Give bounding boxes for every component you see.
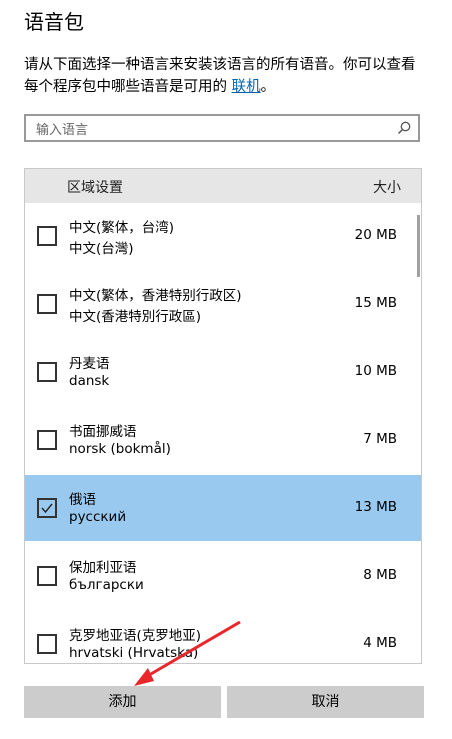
list-item[interactable]: 书面挪威语 norsk (bokmål) 7 MB — [25, 407, 421, 473]
online-link[interactable]: 联机 — [232, 79, 261, 95]
language-size: 20 MB — [354, 227, 397, 243]
language-size: 13 MB — [354, 499, 397, 515]
list-item[interactable]: 中文(繁体，台湾) 中文(台灣) 20 MB — [25, 203, 421, 269]
column-header-region[interactable]: 区域设置 — [67, 177, 123, 197]
language-native-name: dansk — [69, 373, 110, 389]
cancel-button[interactable]: 取消 — [227, 686, 424, 718]
list-item[interactable]: 丹麦语 dansk 10 MB — [25, 339, 421, 405]
add-button[interactable]: 添加 — [24, 686, 221, 718]
language-name: 中文(繁体，香港特别行政区) — [69, 288, 242, 304]
list-item[interactable]: 保加利亚语 български 8 MB — [25, 543, 421, 609]
language-size: 10 MB — [354, 363, 397, 379]
list-item[interactable]: 克罗地亚语(克罗地亚) hrvatski (Hrvatska) 4 MB — [25, 611, 421, 663]
language-list[interactable]: 区域设置 大小 中文(繁体，台湾) 中文(台灣) 20 MB 中文(繁体，香港特… — [24, 168, 422, 664]
language-size: 15 MB — [354, 295, 397, 311]
checkbox[interactable] — [37, 430, 57, 450]
checkbox[interactable] — [37, 226, 57, 246]
description: 请从下面选择一种语言来安装该语言的所有语音。你可以查看每个程序包中哪些语音是可用… — [24, 54, 424, 98]
checkbox[interactable] — [37, 566, 57, 586]
language-name: 丹麦语 — [69, 356, 110, 372]
language-native-name: русский — [69, 509, 127, 525]
language-native-name: български — [69, 577, 144, 593]
scrollbar-thumb[interactable] — [417, 215, 420, 277]
language-name: 克罗地亚语(克罗地亚) — [69, 628, 202, 644]
language-name: 中文(繁体，台湾) — [69, 220, 175, 236]
list-header: 区域设置 大小 — [25, 169, 421, 203]
dialog-title: 语音包 — [24, 10, 84, 34]
checkbox[interactable] — [37, 634, 57, 654]
list-item-selected[interactable]: 俄语 русский 13 MB — [25, 475, 421, 541]
checkmark-icon — [41, 503, 53, 514]
language-name: 保加利亚语 — [69, 560, 137, 576]
list-item[interactable]: 中文(繁体，香港特别行政区) 中文(香港特別行政區) 15 MB — [25, 271, 421, 337]
column-header-size[interactable]: 大小 — [373, 177, 401, 197]
search-input[interactable] — [34, 119, 398, 141]
checkbox[interactable] — [37, 362, 57, 382]
language-native-name: 中文(香港特別行政區) — [69, 309, 202, 325]
language-name: 俄语 — [69, 492, 96, 508]
checkbox-checked[interactable] — [37, 498, 57, 518]
description-suffix: 。 — [260, 79, 276, 95]
language-size: 7 MB — [363, 431, 397, 447]
language-size: 4 MB — [363, 635, 397, 651]
language-name: 书面挪威语 — [69, 424, 137, 440]
language-size: 8 MB — [363, 567, 397, 583]
search-box[interactable] — [24, 114, 420, 142]
language-native-name: 中文(台灣) — [69, 241, 134, 257]
language-native-name: norsk (bokmål) — [69, 441, 171, 457]
description-text: 请从下面选择一种语言来安装该语言的所有语音。你可以查看每个程序包中哪些语音是可用… — [24, 57, 416, 95]
checkbox[interactable] — [37, 294, 57, 314]
search-icon[interactable] — [396, 120, 412, 136]
language-native-name: hrvatski (Hrvatska) — [69, 645, 199, 661]
